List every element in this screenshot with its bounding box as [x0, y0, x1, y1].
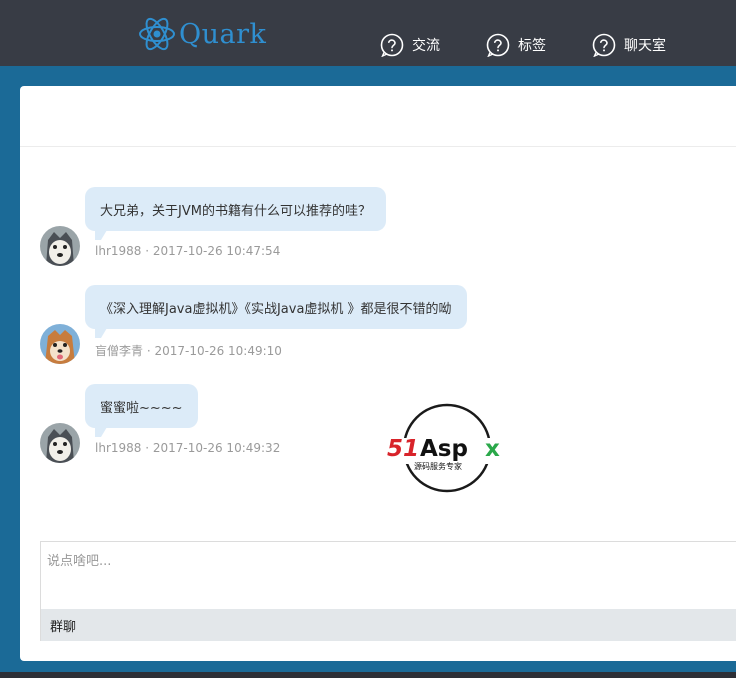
chat-message: 蜜蜜啦~~~~ lhr1988 · 2017-10-26 10:49:32	[20, 384, 620, 466]
message-time: 2017-10-26 10:49:32	[152, 441, 281, 455]
logo-text: Quark	[179, 18, 267, 50]
husky-avatar[interactable]	[40, 423, 80, 463]
message-author: lhr1988	[95, 244, 142, 258]
message-author: 盲僧李青	[95, 344, 144, 358]
nav-item-tags[interactable]: 标签	[486, 30, 546, 60]
chat-message: 《深入理解Java虚拟机》《实战Java虚拟机 》都是很不错的呦 盲僧李青 · …	[20, 285, 620, 367]
atom-icon	[139, 17, 175, 51]
logo[interactable]: Quark	[138, 12, 266, 56]
card-header	[20, 86, 736, 147]
top-navbar: Quark 交流 标签 聊天室	[0, 0, 736, 66]
nav-label: 聊天室	[624, 38, 666, 54]
svg-text:x: x	[485, 436, 500, 462]
watermark-brand: 51	[387, 436, 419, 462]
help-circle-icon	[380, 33, 404, 57]
nav-label: 标签	[518, 38, 546, 54]
message-time: 2017-10-26 10:49:10	[154, 344, 282, 358]
chat-card: 大兄弟，关于JVM的书籍有什么可以推荐的哇？ lhr1988 · 2017-10…	[20, 86, 736, 661]
husky-avatar[interactable]	[40, 226, 80, 266]
message-meta: 盲僧李青 · 2017-10-26 10:49:10	[95, 344, 282, 358]
composer-toolbar: 群聊	[41, 609, 736, 641]
message-bubble: 蜜蜜啦~~~~	[85, 384, 198, 437]
message-author: lhr1988	[95, 441, 142, 455]
nav-item-chatroom[interactable]: 聊天室	[592, 30, 666, 60]
watermark-subtitle: 源码服务专家	[414, 461, 462, 471]
message-time: 2017-10-26 10:47:54	[152, 244, 281, 258]
message-meta: lhr1988 · 2017-10-26 10:47:54	[95, 244, 281, 258]
watermark-logo: 51 Asp x 源码服务专家	[386, 402, 516, 494]
chat-message: 大兄弟，关于JVM的书籍有什么可以推荐的哇？ lhr1988 · 2017-10…	[20, 187, 620, 269]
shiba-avatar[interactable]	[40, 324, 80, 364]
group-chat-label[interactable]: 群聊	[50, 616, 76, 635]
svg-text:Asp: Asp	[420, 436, 468, 462]
help-circle-icon	[486, 33, 510, 57]
help-circle-icon	[592, 33, 616, 57]
nav-label: 交流	[412, 38, 440, 54]
message-bubble: 《深入理解Java虚拟机》《实战Java虚拟机 》都是很不错的呦	[85, 285, 467, 338]
message-composer: 群聊	[40, 541, 736, 641]
nav-item-exchange[interactable]: 交流	[380, 30, 440, 60]
bottom-strip	[0, 672, 736, 678]
message-meta: lhr1988 · 2017-10-26 10:49:32	[95, 441, 281, 455]
message-bubble: 大兄弟，关于JVM的书籍有什么可以推荐的哇？	[85, 187, 386, 240]
message-input[interactable]	[41, 542, 736, 609]
